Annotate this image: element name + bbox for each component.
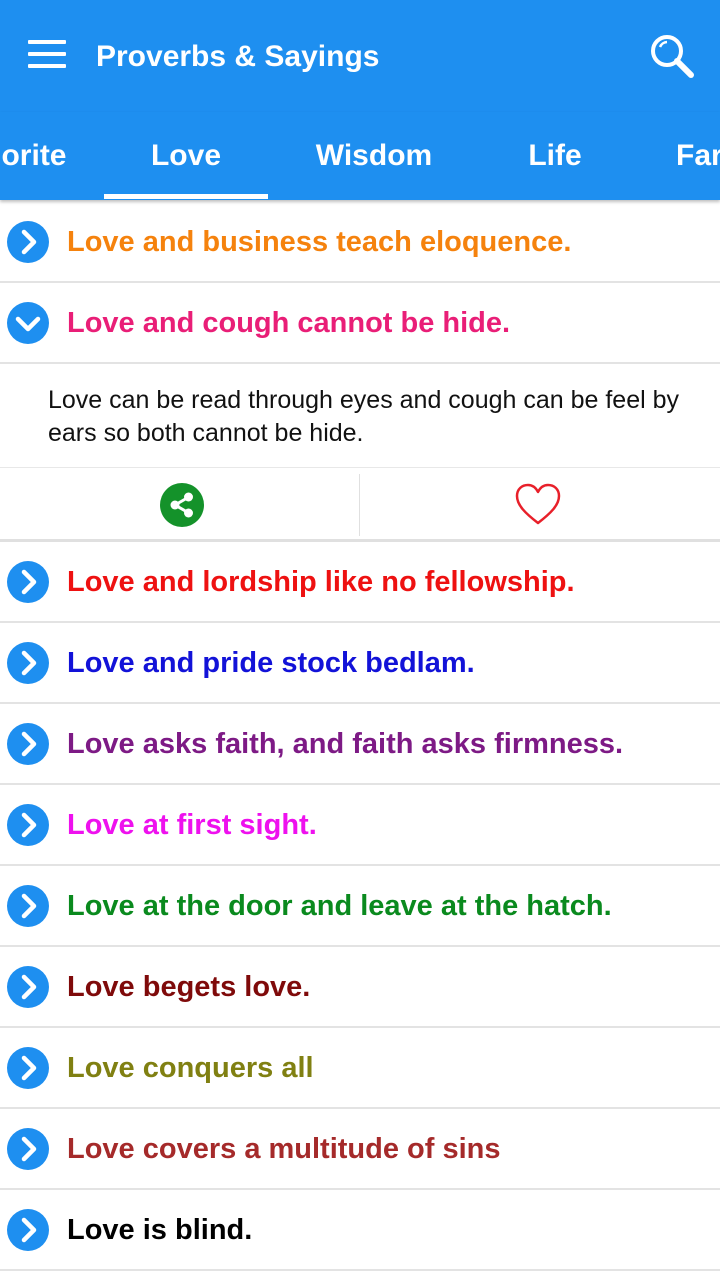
heart-outline-icon (515, 483, 561, 525)
chevron-right-icon[interactable] (7, 885, 49, 927)
favorite-button[interactable] (360, 468, 720, 542)
tab-family[interactable]: Far (676, 112, 720, 200)
proverb-text: Love and pride stock bedlam. (67, 647, 475, 679)
app-title: Proverbs & Sayings (96, 40, 380, 73)
list-item[interactable]: Love asks faith, and faith asks firmness… (0, 704, 720, 785)
chevron-down-icon[interactable] (7, 302, 49, 344)
share-icon (160, 483, 204, 527)
app-bar: Proverbs & Sayings (0, 0, 720, 112)
tab-life[interactable]: Life (490, 112, 620, 200)
list-item[interactable]: Love is blind. (0, 1190, 720, 1271)
proverb-text: Love conquers all (67, 1052, 314, 1084)
tab-wisdom[interactable]: Wisdom (282, 112, 466, 200)
list-item[interactable]: Love at the door and leave at the hatch. (0, 866, 720, 947)
proverb-meaning: Love can be read through eyes and cough … (48, 386, 680, 447)
proverb-text: Love covers a multitude of sins (67, 1133, 501, 1165)
proverb-text: Love at the door and leave at the hatch. (67, 890, 612, 922)
chevron-right-icon[interactable] (7, 804, 49, 846)
list-item[interactable]: Love covers a multitude of sins (0, 1109, 720, 1190)
list-item[interactable]: Love and lordship like no fellowship. (0, 542, 720, 623)
chevron-right-icon[interactable] (7, 966, 49, 1008)
list-item-expanded[interactable]: Love and cough cannot be hide. (0, 283, 720, 364)
chevron-right-icon[interactable] (7, 1209, 49, 1251)
search-icon[interactable] (648, 32, 696, 80)
proverb-meaning-panel: Love can be read through eyes and cough … (0, 364, 720, 468)
chevron-right-icon[interactable] (7, 561, 49, 603)
chevron-right-icon[interactable] (7, 1047, 49, 1089)
list-item[interactable]: Love conquers all (0, 1028, 720, 1109)
proverb-text: Love begets love. (67, 971, 311, 1003)
proverb-text: Love asks faith, and faith asks firmness… (67, 728, 624, 760)
selected-tab-indicator (104, 194, 268, 199)
proverb-text: Love and business teach eloquence. (67, 226, 572, 258)
list-item[interactable]: Love begets love. (0, 947, 720, 1028)
chevron-right-icon[interactable] (7, 1128, 49, 1170)
proverb-text: Love and lordship like no fellowship. (67, 566, 575, 598)
proverb-text: Love and cough cannot be hide. (67, 307, 511, 339)
chevron-right-icon[interactable] (7, 642, 49, 684)
tab-favorite[interactable]: orite (0, 112, 84, 200)
share-button[interactable] (0, 468, 359, 542)
proverb-list: Love and business teach eloquence. Love … (0, 202, 720, 1271)
list-item[interactable]: Love and business teach eloquence. (0, 202, 720, 283)
list-item[interactable]: Love and pride stock bedlam. (0, 623, 720, 704)
menu-icon[interactable] (28, 40, 68, 70)
chevron-right-icon[interactable] (7, 723, 49, 765)
chevron-right-icon[interactable] (7, 221, 49, 263)
proverb-text: Love at first sight. (67, 809, 317, 841)
list-item[interactable]: Love at first sight. (0, 785, 720, 866)
tab-love[interactable]: Love (104, 112, 268, 200)
proverb-actions (0, 468, 720, 542)
category-tabs: orite Love Wisdom Life Far (0, 112, 720, 200)
proverb-text: Love is blind. (67, 1214, 253, 1246)
